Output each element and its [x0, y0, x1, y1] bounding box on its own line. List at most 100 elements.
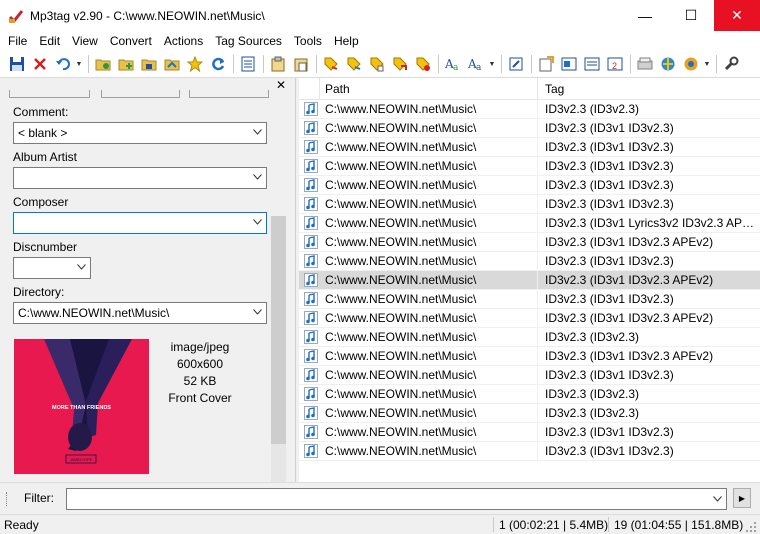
- discogs-icon[interactable]: [634, 53, 656, 75]
- file-list-row[interactable]: C:\www.NEOWIN.net\Music\ ID3v2.3 (ID3v1 L…: [299, 214, 760, 233]
- refresh-icon[interactable]: [207, 53, 229, 75]
- svg-text:a: a: [476, 63, 482, 72]
- menu-actions[interactable]: Actions: [158, 31, 209, 51]
- filename-tag-icon[interactable]: [343, 53, 365, 75]
- chevron-down-icon[interactable]: [253, 129, 262, 135]
- file-list-row[interactable]: C:\www.NEOWIN.net\Music\ ID3v2.3 (ID3v1 I…: [299, 119, 760, 138]
- minimize-button[interactable]: —: [622, 0, 668, 31]
- save-playlist-icon[interactable]: [138, 53, 160, 75]
- album-artist-field[interactable]: [13, 167, 267, 189]
- file-path: C:\www.NEOWIN.net\Music\: [325, 273, 477, 287]
- directory-field[interactable]: C:\www.NEOWIN.net\Music\: [13, 302, 267, 324]
- file-path: C:\www.NEOWIN.net\Music\: [325, 102, 477, 116]
- file-list-row[interactable]: C:\www.NEOWIN.net\Music\ ID3v2.3 (ID3v1 I…: [299, 233, 760, 252]
- case-convert-icon[interactable]: Aa: [442, 53, 464, 75]
- panel-tab[interactable]: [9, 90, 90, 98]
- tag-tag-icon[interactable]: [389, 53, 411, 75]
- file-list-row[interactable]: C:\www.NEOWIN.net\Music\ ID3v2.3 (ID3v1 I…: [299, 176, 760, 195]
- filenames-list-icon[interactable]: [581, 53, 603, 75]
- column-divider[interactable]: [319, 78, 320, 100]
- composer-field[interactable]: [13, 212, 267, 234]
- column-divider: [537, 271, 538, 290]
- file-list-row[interactable]: C:\www.NEOWIN.net\Music\ ID3v2.3 (ID3v2.3…: [299, 100, 760, 119]
- autonumber-icon[interactable]: [412, 53, 434, 75]
- menu-convert[interactable]: Convert: [104, 31, 158, 51]
- toolbar-separator: [233, 55, 234, 73]
- panel-tab[interactable]: [189, 90, 269, 98]
- file-list-row[interactable]: C:\www.NEOWIN.net\Music\ ID3v2.3 (ID3v1 I…: [299, 309, 760, 328]
- change-directory-icon[interactable]: [92, 53, 114, 75]
- menu-file[interactable]: File: [2, 31, 33, 51]
- menu-edit[interactable]: Edit: [33, 31, 66, 51]
- case-convert-2-icon[interactable]: Aa: [465, 53, 487, 75]
- sort-icon[interactable]: 2: [604, 53, 626, 75]
- close-button[interactable]: ✕: [714, 0, 760, 31]
- clipboard-paste-icon[interactable]: [290, 53, 312, 75]
- comment-field[interactable]: < blank >: [13, 122, 267, 144]
- playlist-icon[interactable]: [558, 53, 580, 75]
- clipboard-copy-icon[interactable]: [267, 53, 289, 75]
- undo-dropdown-icon[interactable]: ▼: [75, 53, 83, 75]
- resize-grip-icon[interactable]: [746, 522, 756, 532]
- file-list-row[interactable]: C:\www.NEOWIN.net\Music\ ID3v2.3 (ID3v1 I…: [299, 423, 760, 442]
- audio-file-icon: [304, 330, 318, 344]
- text-tag-icon[interactable]: [366, 53, 388, 75]
- file-list-row[interactable]: C:\www.NEOWIN.net\Music\ ID3v2.3 (ID3v1 I…: [299, 138, 760, 157]
- chevron-down-icon[interactable]: [253, 309, 262, 315]
- column-header-path[interactable]: Path: [325, 78, 350, 100]
- panel-tab-strip: [9, 90, 269, 98]
- tag-filename-icon[interactable]: [320, 53, 342, 75]
- export-icon[interactable]: [535, 53, 557, 75]
- menu-tools[interactable]: Tools: [288, 31, 328, 51]
- cover-art-image[interactable]: MORE THAN FRIENDS JAMES HYPE: [14, 339, 149, 474]
- extended-tags-icon[interactable]: [237, 53, 259, 75]
- file-path: C:\www.NEOWIN.net\Music\: [325, 140, 477, 154]
- file-list-row[interactable]: C:\www.NEOWIN.net\Music\ ID3v2.3 (ID3v2.3…: [299, 328, 760, 347]
- file-list-row[interactable]: C:\www.NEOWIN.net\Music\ ID3v2.3 (ID3v1 I…: [299, 442, 760, 461]
- discnumber-field[interactable]: [13, 257, 91, 279]
- undo-icon[interactable]: [52, 53, 74, 75]
- file-list-row[interactable]: C:\www.NEOWIN.net\Music\ ID3v2.3 (ID3v1 I…: [299, 347, 760, 366]
- column-header-tag[interactable]: Tag: [545, 78, 564, 100]
- favorite-star-icon[interactable]: [184, 53, 206, 75]
- file-tag: ID3v2.3 (ID3v1 ID3v2.3): [545, 140, 674, 154]
- file-list-row[interactable]: C:\www.NEOWIN.net\Music\ ID3v2.3 (ID3v2.3…: [299, 385, 760, 404]
- panel-close-icon[interactable]: ✕: [276, 78, 286, 92]
- file-list-row[interactable]: C:\www.NEOWIN.net\Music\ ID3v2.3 (ID3v1 I…: [299, 290, 760, 309]
- menu-help[interactable]: Help: [328, 31, 365, 51]
- file-list-row[interactable]: C:\www.NEOWIN.net\Music\ ID3v2.3 (ID3v1 I…: [299, 252, 760, 271]
- file-list-row[interactable]: C:\www.NEOWIN.net\Music\ ID3v2.3 (ID3v1 I…: [299, 271, 760, 290]
- filter-go-button[interactable]: ▶: [733, 488, 751, 508]
- column-divider: [537, 328, 538, 347]
- column-divider[interactable]: [537, 78, 538, 100]
- column-divider: [537, 195, 538, 214]
- chevron-down-icon[interactable]: [253, 174, 262, 180]
- audio-file-icon: [304, 178, 318, 192]
- file-list-row[interactable]: C:\www.NEOWIN.net\Music\ ID3v2.3 (ID3v1 I…: [299, 157, 760, 176]
- actions-icon[interactable]: [505, 53, 527, 75]
- file-path: C:\www.NEOWIN.net\Music\: [325, 254, 477, 268]
- menu-tag-sources[interactable]: Tag Sources: [209, 31, 288, 51]
- musicbrainz-icon[interactable]: [657, 53, 679, 75]
- chevron-down-icon[interactable]: [713, 496, 722, 502]
- remove-tag-icon[interactable]: [29, 53, 51, 75]
- save-icon[interactable]: [6, 53, 28, 75]
- maximize-button[interactable]: ☐: [668, 0, 714, 31]
- panel-scrollbar-thumb[interactable]: [271, 216, 286, 444]
- add-directory-icon[interactable]: [115, 53, 137, 75]
- actions-dropdown-icon[interactable]: ▼: [488, 53, 496, 75]
- chevron-down-icon[interactable]: [77, 264, 86, 270]
- freedb-icon[interactable]: [680, 53, 702, 75]
- file-list-row[interactable]: C:\www.NEOWIN.net\Music\ ID3v2.3 (ID3v1 I…: [299, 366, 760, 385]
- chevron-down-icon[interactable]: [253, 219, 262, 225]
- open-folder-icon[interactable]: [161, 53, 183, 75]
- cover-mime: image/jpeg: [170, 340, 230, 354]
- panel-tab[interactable]: [101, 90, 180, 98]
- filter-input[interactable]: [66, 488, 727, 510]
- toolbar-grip[interactable]: [6, 492, 8, 506]
- settings-wrench-icon[interactable]: [720, 53, 742, 75]
- file-list-row[interactable]: C:\www.NEOWIN.net\Music\ ID3v2.3 (ID3v2.3…: [299, 404, 760, 423]
- tag-sources-dropdown-icon[interactable]: ▼: [703, 53, 711, 75]
- menu-view[interactable]: View: [66, 31, 104, 51]
- file-list-row[interactable]: C:\www.NEOWIN.net\Music\ ID3v2.3 (ID3v1 I…: [299, 195, 760, 214]
